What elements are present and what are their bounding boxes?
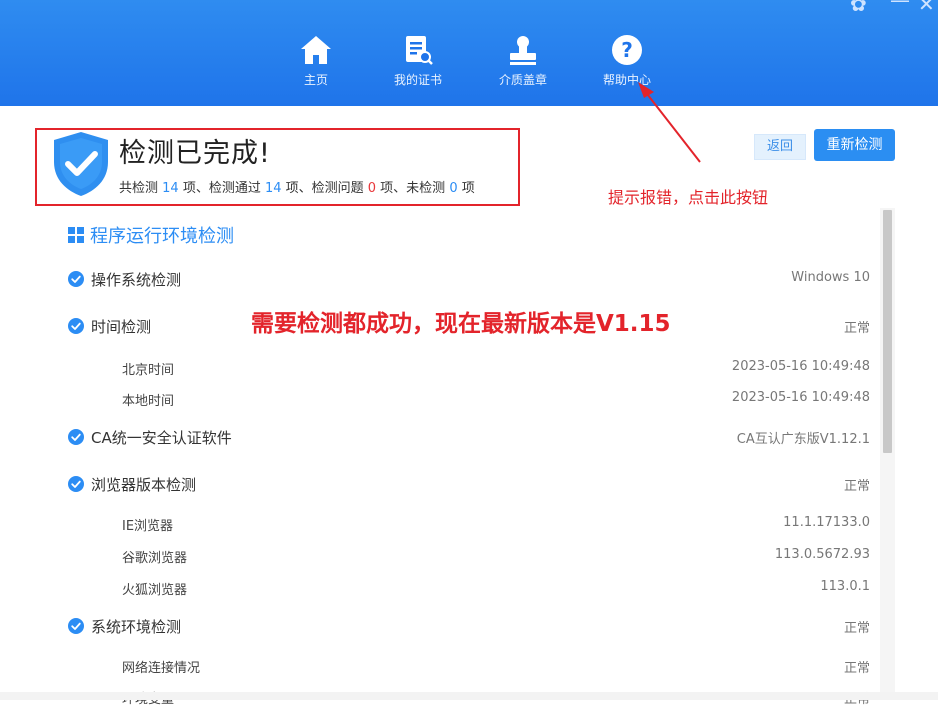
home-icon [301, 36, 331, 64]
check-name: CA统一安全认证软件 [91, 429, 232, 447]
check-name: 操作系统检测 [91, 271, 182, 289]
check-value: 正常 [843, 661, 870, 676]
check-subrow: 火狐浏览器 113.0.1 [0, 577, 880, 601]
unchecked-count: 0 [449, 181, 458, 196]
grid-icon [68, 227, 84, 243]
shield-check-icon [54, 132, 108, 196]
check-circle-icon [68, 318, 84, 334]
issue-count: 0 [367, 181, 377, 196]
check-value: 11.1.17133.0 [783, 515, 870, 530]
summary-text: 项、检测通过 [178, 181, 265, 196]
summary-text: 项、未检测 [376, 181, 450, 196]
nav-my-certificates-label: 我的证书 [393, 73, 442, 87]
check-name: 本地时间 [122, 394, 175, 409]
check-name: 北京时间 [122, 363, 175, 378]
section-title-text: 程序运行环境检测 [90, 226, 234, 247]
check-value: 正常 [843, 621, 870, 636]
check-name: 网络连接情况 [122, 661, 201, 676]
result-summary: 共检测 14 项、检测通过 14 项、检测问题 0 项、未检测 0 项 [119, 177, 475, 196]
nav-my-certificates[interactable]: 我的证书 [373, 34, 463, 88]
check-circle-icon [68, 618, 84, 634]
check-name: IE浏览器 [122, 519, 174, 534]
scrollbar-thumb[interactable] [883, 210, 892, 453]
bottom-divider [0, 692, 938, 700]
section-title: 程序运行环境检测 [68, 222, 234, 248]
check-name: 谷歌浏览器 [122, 551, 188, 566]
check-value: 2023-05-16 10:49:48 [731, 359, 870, 374]
check-name: 时间检测 [91, 318, 152, 336]
check-name: 浏览器版本检测 [91, 476, 197, 494]
recheck-button[interactable]: 重新检测 [814, 129, 895, 161]
check-value: 正常 [843, 479, 870, 494]
nav-home-label: 主页 [303, 73, 328, 87]
check-subrow: 本地时间 2023-05-16 10:49:48 [0, 388, 880, 412]
passed-count: 14 [264, 181, 282, 196]
help-icon: ? [612, 35, 642, 65]
check-name: 火狐浏览器 [122, 583, 188, 598]
close-icon[interactable]: ✕ [918, 0, 935, 16]
version-note-annotation: 需要检测都成功，现在最新版本是V1.15 [251, 311, 671, 337]
svg-text:?: ? [621, 38, 633, 62]
check-circle-icon [68, 476, 84, 492]
check-subrow: 北京时间 2023-05-16 10:49:48 [0, 357, 880, 381]
top-navigation-bar: ✿ — ✕ 主页 我的证书 介质盖章 ? 帮助中心 [0, 0, 938, 106]
skin-icon[interactable]: ✿ [850, 0, 867, 16]
check-subrow: 谷歌浏览器 113.0.5672.93 [0, 545, 880, 569]
check-row: 操作系统检测 Windows 10 [0, 268, 880, 292]
summary-text: 共检测 [119, 181, 163, 196]
check-value: 正常 [843, 321, 870, 336]
result-title: 检测已完成! [119, 138, 271, 169]
back-button[interactable]: 返回 [754, 134, 806, 160]
check-value: 2023-05-16 10:49:48 [731, 390, 870, 405]
check-value: 113.0.1 [820, 579, 870, 594]
nav-home[interactable]: 主页 [271, 34, 361, 88]
check-row: 浏览器版本检测 正常 [0, 473, 880, 497]
check-value: Windows 10 [791, 270, 870, 285]
summary-text: 项 [457, 181, 475, 196]
stamp-icon [510, 36, 536, 65]
minimize-icon[interactable]: — [890, 0, 910, 12]
check-circle-icon [68, 271, 84, 287]
check-subrow: 网络连接情况 正常 [0, 655, 880, 679]
nav-media-stamp-label: 介质盖章 [498, 73, 547, 87]
check-row: 系统环境检测 正常 [0, 615, 880, 639]
check-circle-icon [68, 429, 84, 445]
check-subrow: IE浏览器 11.1.17133.0 [0, 513, 880, 537]
check-value: CA互认广东版V1.12.1 [736, 432, 870, 447]
annotation-arrow-icon [638, 82, 701, 163]
certificate-icon [406, 36, 433, 65]
nav-media-stamp[interactable]: 介质盖章 [478, 34, 568, 88]
check-value: 113.0.5672.93 [774, 547, 870, 562]
check-name: 系统环境检测 [91, 618, 182, 636]
check-row: CA统一安全认证软件 CA互认广东版V1.12.1 [0, 426, 880, 450]
summary-text: 项、检测问题 [281, 181, 368, 196]
total-count: 14 [162, 181, 179, 196]
help-tip-annotation: 提示报错，点击此按钮 [608, 188, 769, 207]
